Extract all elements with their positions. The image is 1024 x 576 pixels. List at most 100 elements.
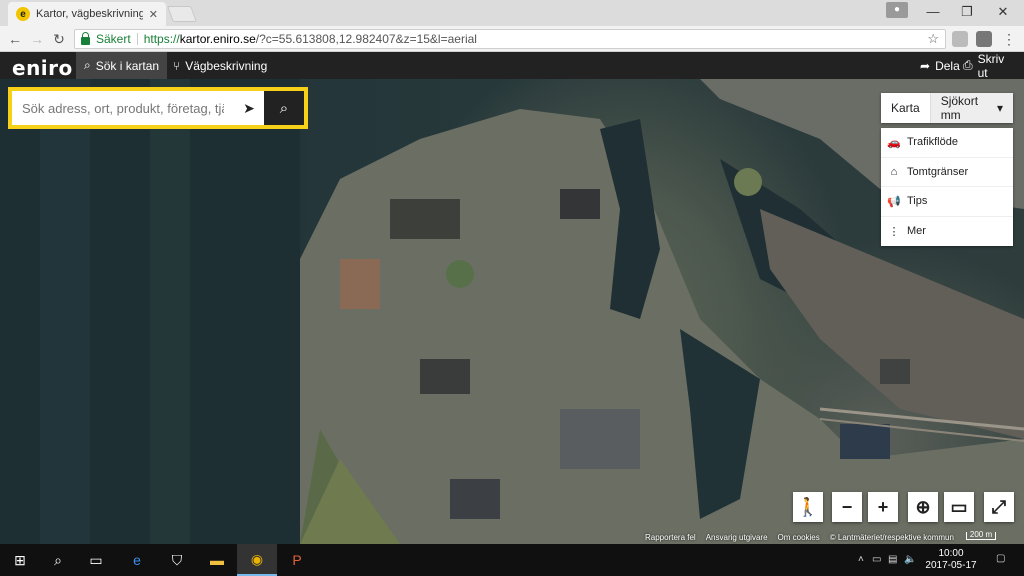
extension-icon[interactable] [952,31,968,47]
ruler-icon: ▭ [950,496,968,517]
map-type-switcher: Karta Sjökort mm ▾ [881,93,1013,123]
report-error-link[interactable]: Rapportera fel [645,533,696,542]
map-type-chart[interactable]: Sjökort mm ▾ [929,93,1013,123]
forward-icon[interactable]: → [28,30,46,48]
zoom-out-button[interactable]: − [832,492,862,522]
search-box: ➤ ⌕ [8,87,308,129]
address-bar[interactable]: Säkert https://kartor.eniro.se/?c=55.613… [74,29,946,49]
map-attribution: Rapportera fel Ansvarig utgivare Om cook… [645,533,954,542]
clock-date: 2017-05-17 [925,560,977,571]
clock-time: 10:00 [938,548,964,559]
aerial-imagery [0,79,1024,544]
chevron-up-icon[interactable]: ˄ [858,554,864,565]
layer-property-label: Tomtgränser [907,165,969,178]
round-island [734,168,762,196]
print-button[interactable]: ⎙ Skriv ut [955,52,1024,80]
layer-menu: 🚗 Trafikflöde ⌂ Tomtgränser 📢 Tips ⋮ Mer [881,128,1013,246]
printer-icon: ⎙ [963,58,973,72]
search-icon: ⌕ [84,58,91,72]
locate-me-icon[interactable]: ➤ [234,91,264,125]
cookies-link[interactable]: Om cookies [778,533,820,542]
layer-property[interactable]: ⌂ Tomtgränser [881,158,1013,187]
volume-icon[interactable]: 🔈 [904,554,916,565]
search-button[interactable]: ⌕ [264,91,304,125]
browser-tab[interactable]: e Kartor, vägbeskrivningar, ✕ [8,2,166,26]
chrome-icon[interactable]: ◉ [237,544,277,576]
file-explorer-icon[interactable]: ▬ [197,544,237,576]
nav-search-label: Sök i kartan [95,58,160,73]
sea-band [150,79,190,544]
car-icon: 🚗 [887,136,901,149]
fullscreen-button[interactable]: ⤢ [984,492,1014,522]
sea-band [40,79,90,544]
profile-icon[interactable]: ● [886,2,908,18]
more-icon: ⋮ [888,225,900,238]
my-location-button[interactable]: ⊕ [908,492,938,522]
back-icon[interactable]: ← [6,30,24,48]
restore-icon[interactable]: ❐ [950,0,984,24]
bookmark-star-icon[interactable]: ☆ [927,31,939,47]
crosshair-icon: ⊕ [915,496,931,517]
powerpoint-icon[interactable]: P [277,544,317,576]
search-icon: ⌕ [279,99,289,117]
layer-traffic[interactable]: 🚗 Trafikflöde [881,128,1013,158]
map-scale: 200 m [966,531,996,540]
eniro-header: eniro ⌕ Sök i kartan ⑂ Vägbeskrivning ➦ … [0,52,1024,80]
building [420,359,470,394]
tab-title: Kartor, vägbeskrivningar, [36,8,143,20]
measure-button[interactable]: ▭ [944,492,974,522]
reload-icon[interactable]: ↻ [50,30,68,48]
building [560,189,600,219]
close-tab-icon[interactable]: ✕ [149,8,158,21]
map-type-map[interactable]: Karta [881,93,930,123]
building [390,199,460,239]
nav-directions[interactable]: ⑂ Vägbeskrivning [165,52,275,79]
edge-icon[interactable]: e [117,544,157,576]
megaphone-icon: 📢 [887,195,901,208]
eniro-favicon-icon: e [16,7,30,21]
minimize-icon[interactable]: — [916,0,950,24]
browser-toolbar: ← → ↻ Säkert https://kartor.eniro.se/?c=… [0,26,1024,52]
search-input[interactable] [12,91,234,125]
aerial-map[interactable] [0,79,1024,544]
fullscreen-icon: ⤢ [991,496,1007,517]
nav-directions-label: Vägbeskrivning [185,58,268,73]
taskbar-clock[interactable]: 10:00 2017-05-17 [918,548,984,572]
building [450,479,500,519]
device-icon[interactable]: ▭ [872,554,881,565]
store-icon[interactable]: ⛉ [157,544,197,576]
search-icon[interactable]: ⌕ [38,544,78,576]
extension-icon[interactable] [976,31,992,47]
search-inner: ➤ ⌕ [12,91,304,125]
share-icon: ➦ [920,58,931,73]
windows-start-icon[interactable]: ⊞ [0,544,40,576]
layer-traffic-label: Trafikflöde [907,136,958,149]
minus-icon: − [841,496,853,517]
layer-tips-label: Tips [907,195,928,208]
close-window-icon[interactable]: ✕ [986,0,1020,24]
building [560,409,640,469]
pegman-icon: 🚶 [796,496,820,517]
publisher-link[interactable]: Ansvarig utgivare [706,533,768,542]
task-view-icon[interactable]: ▭ [76,544,116,576]
pegman-button[interactable]: 🚶 [793,492,823,522]
building [340,259,380,309]
property-icon: ⌂ [890,165,898,178]
copyright-text: © Lantmäteriet/respektive kommun [829,533,954,542]
layer-tips[interactable]: 📢 Tips [881,187,1013,217]
menu-icon[interactable]: ⋮ [1000,30,1018,48]
notifications-icon[interactable]: ▢ [996,553,1005,564]
url-path: /?c=55.613808,12.982407&z=15&l=aerial [255,32,477,46]
plus-icon: + [877,496,889,517]
zoom-in-button[interactable]: + [868,492,898,522]
windows-taskbar: ⊞ ⌕ ▭ e ⛉ ▬ ◉ P ˄ ▭ ▤ 🔈 10:00 2017-05-17… [0,544,1024,576]
network-icon[interactable]: ▤ [888,554,897,565]
nav-search-map[interactable]: ⌕ Sök i kartan [76,52,168,79]
url-scheme: https:// [143,32,180,46]
building [880,359,910,384]
route-icon: ⑂ [173,58,181,73]
eniro-logo[interactable]: eniro [12,56,73,80]
layer-more[interactable]: ⋮ Mer [881,217,1013,247]
chevron-down-icon: ▾ [996,101,1003,115]
omnibox-divider [136,33,138,45]
